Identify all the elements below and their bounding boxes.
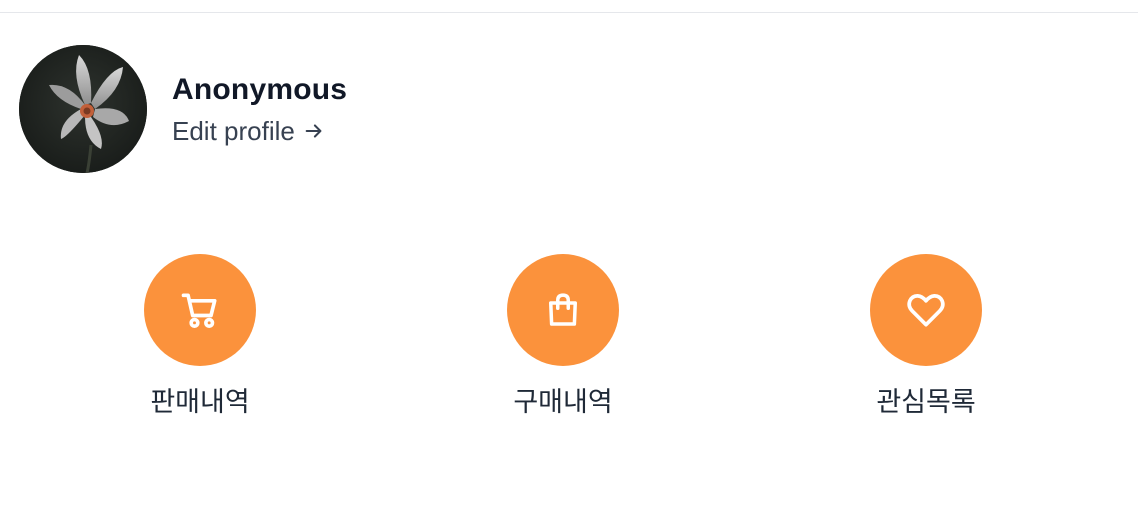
sales-history-label: 판매내역 <box>150 387 250 418</box>
edit-profile-label: Edit profile <box>172 116 295 146</box>
shopping-bag-icon <box>549 293 577 326</box>
sales-history-circle <box>144 254 256 366</box>
cart-icon <box>181 293 217 328</box>
arrow-right-icon <box>305 124 322 138</box>
flower-photo-icon <box>19 45 147 173</box>
wishlist-button[interactable]: 관심목록 <box>826 254 1026 420</box>
avatar[interactable] <box>19 45 147 173</box>
top-divider <box>0 12 1138 13</box>
profile-page: Anonymous Edit profile 판매내역 구매내역 관심목록 <box>0 0 1138 508</box>
wishlist-label: 관심목록 <box>876 387 976 418</box>
sales-history-button[interactable]: 판매내역 <box>100 254 300 420</box>
profile-header: Anonymous Edit profile <box>19 45 347 173</box>
quick-actions: 판매내역 구매내역 관심목록 <box>0 254 1138 424</box>
purchase-history-circle <box>507 254 619 366</box>
username: Anonymous <box>172 73 348 106</box>
heart-icon <box>907 294 945 327</box>
edit-profile-link[interactable]: Edit profile <box>172 115 347 147</box>
purchase-history-button[interactable]: 구매내역 <box>463 254 663 420</box>
profile-text: Anonymous Edit profile <box>172 71 347 147</box>
wishlist-circle <box>870 254 982 366</box>
purchase-history-label: 구매내역 <box>513 387 613 418</box>
